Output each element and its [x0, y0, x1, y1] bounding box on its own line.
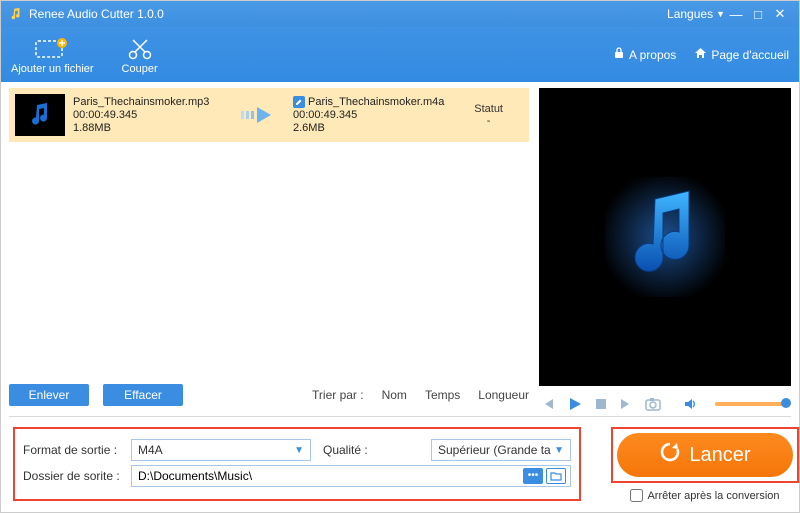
player-bar — [539, 386, 791, 416]
volume-slider[interactable] — [715, 402, 789, 406]
scissors-icon — [127, 35, 153, 63]
snapshot-button[interactable] — [645, 397, 661, 411]
format-dropdown[interactable]: M4A ▼ — [131, 439, 311, 461]
titlebar: Renee Audio Cutter 1.0.0 Langues ▼ — □ ✕ — [1, 1, 799, 27]
edit-icon[interactable] — [293, 96, 305, 108]
maximize-button[interactable]: □ — [747, 7, 769, 22]
lock-icon — [613, 47, 625, 62]
folder-input[interactable] — [138, 469, 520, 483]
chevron-down-icon: ▼ — [294, 445, 304, 456]
output-filename: Paris_Thechainsmoker.m4a — [308, 96, 444, 108]
language-dropdown[interactable]: Langues ▼ — [667, 7, 725, 21]
close-button[interactable]: ✕ — [769, 6, 791, 22]
source-filename: Paris_Thechainsmoker.mp3 — [73, 96, 233, 108]
toolbar: Ajouter un fichier Couper A propos Page … — [1, 27, 799, 82]
sort-by-length[interactable]: Longueur — [478, 388, 529, 402]
status-value: - — [474, 115, 503, 127]
preview-pane — [539, 88, 791, 416]
folder-label: Dossier de sorite : — [23, 469, 125, 483]
homepage-link[interactable]: Page d'accueil — [694, 47, 789, 62]
home-icon — [694, 47, 707, 62]
list-actions: Enlever Effacer Trier par : Nom Temps Lo… — [9, 378, 529, 416]
file-pane: Paris_Thechainsmoker.mp3 00:00:49.345 1.… — [9, 88, 529, 416]
stop-after-input[interactable] — [630, 489, 643, 502]
volume-icon[interactable] — [683, 397, 697, 411]
browse-button[interactable] — [546, 468, 566, 484]
launch-button[interactable]: Lancer — [617, 433, 793, 477]
format-label: Format de sortie : — [23, 443, 125, 457]
chevron-down-icon: ▼ — [716, 9, 725, 19]
about-link[interactable]: A propos — [613, 47, 676, 62]
status-header: Statut — [474, 103, 503, 115]
file-row[interactable]: Paris_Thechainsmoker.mp3 00:00:49.345 1.… — [9, 88, 529, 142]
add-file-button[interactable]: Ajouter un fichier — [11, 35, 94, 75]
chevron-down-icon: ▼ — [554, 445, 564, 456]
refresh-icon — [659, 441, 681, 469]
sort-label: Trier par : — [312, 388, 364, 402]
prev-button[interactable] — [541, 397, 555, 411]
output-size: 2.6MB — [293, 122, 453, 134]
output-settings: Format de sortie : M4A ▼ Qualité : Supér… — [13, 427, 581, 501]
source-duration: 00:00:49.345 — [73, 109, 233, 121]
minimize-button[interactable]: — — [725, 7, 747, 22]
preview-box — [539, 88, 791, 386]
app-logo-icon — [9, 7, 23, 21]
source-size: 1.88MB — [73, 122, 233, 134]
quality-dropdown[interactable]: Supérieur (Grande ta ▼ — [431, 439, 571, 461]
app-title: Renee Audio Cutter 1.0.0 — [29, 7, 657, 21]
play-button[interactable] — [567, 396, 583, 412]
arrow-icon — [233, 105, 293, 125]
output-info: Paris_Thechainsmoker.m4a 00:00:49.345 2.… — [293, 96, 453, 134]
file-thumbnail — [15, 94, 65, 136]
clear-button[interactable]: Effacer — [103, 384, 183, 406]
output-folder-field[interactable]: ••• — [131, 465, 571, 487]
cut-button[interactable]: Couper — [122, 35, 158, 75]
output-duration: 00:00:49.345 — [293, 109, 453, 121]
sort-by-name[interactable]: Nom — [382, 388, 407, 402]
more-button[interactable]: ••• — [523, 468, 543, 484]
sort-by-time[interactable]: Temps — [425, 388, 460, 402]
stop-button[interactable] — [595, 398, 607, 410]
stop-after-checkbox[interactable]: Arrêter après la conversion — [630, 489, 779, 502]
filmstrip-add-icon — [35, 35, 69, 63]
remove-button[interactable]: Enlever — [9, 384, 89, 406]
next-button[interactable] — [619, 397, 633, 411]
source-info: Paris_Thechainsmoker.mp3 00:00:49.345 1.… — [73, 96, 233, 134]
status-column: Statut - — [474, 103, 523, 127]
quality-label: Qualité : — [323, 443, 425, 457]
file-list: Paris_Thechainsmoker.mp3 00:00:49.345 1.… — [9, 88, 529, 378]
